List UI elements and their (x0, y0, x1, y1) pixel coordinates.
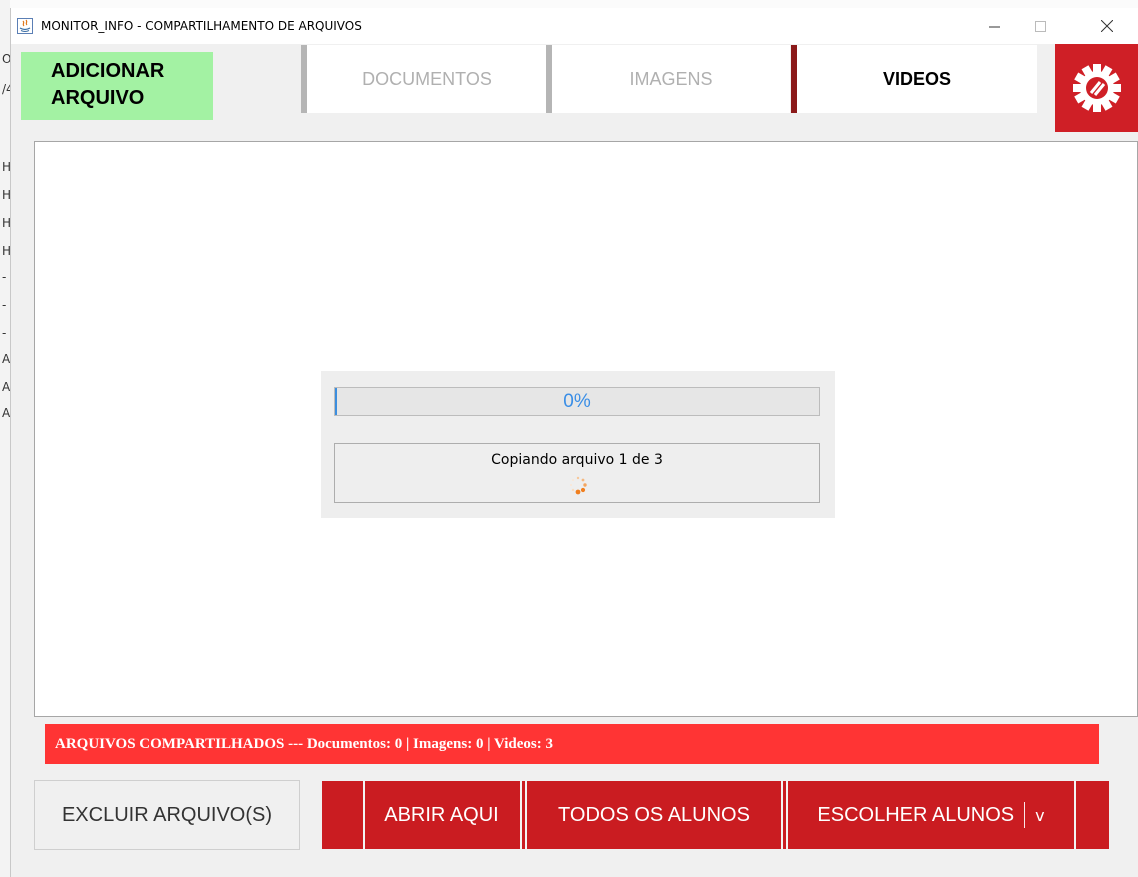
blank-action-button[interactable] (322, 781, 363, 849)
copy-status-box: Copiando arquivo 1 de 3 (334, 443, 820, 503)
title-bar[interactable]: MONITOR_INFO - COMPARTILHAMENTO DE ARQUI… (11, 8, 1138, 44)
add-file-label-line2: ARQUIVO (51, 87, 145, 109)
app-window: MONITOR_INFO - COMPARTILHAMENTO DE ARQUI… (10, 8, 1138, 877)
window-title: MONITOR_INFO - COMPARTILHAMENTO DE ARQUI… (41, 19, 362, 33)
tab-videos-label: VIDEOS (882, 68, 952, 89)
settings-button[interactable] (1055, 44, 1138, 132)
tab-documents-label: DOCUMENTOS (362, 68, 492, 89)
action-separator (1074, 781, 1076, 849)
background-window-edge: O /4 H H H H - - - A A A (0, 0, 14, 877)
close-icon (1101, 20, 1113, 32)
all-students-label: TODOS OS ALUNOS (558, 803, 750, 826)
progress-percent: 0% (563, 390, 591, 412)
action-separator (520, 781, 522, 849)
maximize-button[interactable] (1017, 8, 1063, 44)
copy-progress-dialog: 0% Copiando arquivo 1 de 3 (321, 371, 835, 518)
java-app-icon (17, 18, 33, 34)
minimize-icon (988, 26, 1000, 27)
tab-documents[interactable]: DOCUMENTOS (301, 45, 547, 113)
shared-files-summary-text: ARQUIVOS COMPARTILHADOS --- Documentos: … (55, 735, 553, 752)
maximize-icon (1034, 20, 1046, 32)
action-bar: ABRIR AQUI TODOS OS ALUNOS ESCOLHER ALUN… (322, 781, 1109, 849)
tab-images[interactable]: IMAGENS (546, 45, 790, 113)
open-here-button[interactable]: ABRIR AQUI (365, 781, 518, 849)
tab-images-label: IMAGENS (629, 68, 713, 89)
copy-status-text: Copiando arquivo 1 de 3 (491, 452, 663, 468)
add-file-label-line1: ADICIONAR (51, 60, 165, 82)
action-separator (786, 781, 788, 849)
minimize-button[interactable] (971, 8, 1017, 44)
add-file-button[interactable]: ADICIONAR ARQUIVO (21, 52, 213, 120)
shared-files-summary: ARQUIVOS COMPARTILHADOS --- Documentos: … (45, 724, 1099, 764)
tab-videos[interactable]: VIDEOS (791, 45, 1037, 113)
delete-files-label: EXCLUIR ARQUIVO(S) (61, 803, 273, 826)
chevron-down-icon[interactable]: v (1035, 806, 1044, 825)
delete-files-button[interactable]: EXCLUIR ARQUIVO(S) (34, 780, 300, 850)
choose-students-button[interactable]: ESCOLHER ALUNOS v (790, 781, 1072, 849)
all-students-button[interactable]: TODOS OS ALUNOS (529, 781, 779, 849)
choose-students-label: ESCOLHER ALUNOS (817, 803, 1015, 826)
open-here-label: ABRIR AQUI (384, 803, 499, 826)
dropdown-divider (1024, 802, 1026, 828)
gear-icon (1073, 64, 1121, 112)
action-separator (781, 781, 783, 849)
action-separator (525, 781, 527, 849)
close-button[interactable] (1084, 8, 1130, 44)
loading-spinner-icon (570, 476, 587, 495)
progress-bar: 0% (334, 387, 820, 416)
